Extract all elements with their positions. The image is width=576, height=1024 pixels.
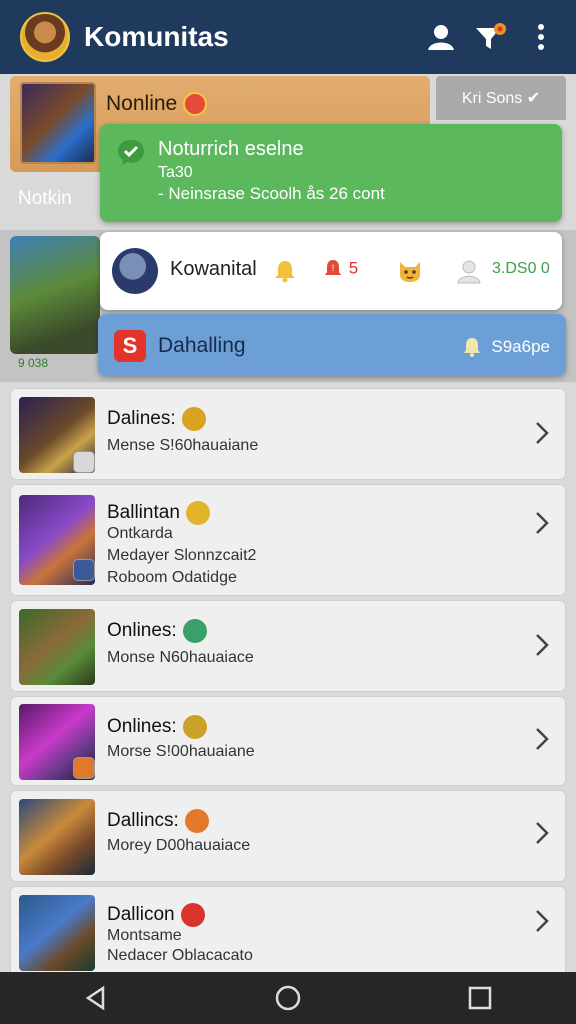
bell-icon	[275, 261, 295, 283]
chevron-right-icon[interactable]	[533, 819, 551, 847]
item-badge-icon	[182, 619, 207, 643]
recents-square-icon	[468, 986, 492, 1010]
item-line: Morse S!00hauaiane	[107, 743, 255, 760]
notification-app-title: Dahalling	[158, 334, 246, 357]
list-item[interactable]: Ballintan Ontkarda Medayer Slonnzcait2 R…	[10, 484, 566, 596]
home-button[interactable]	[258, 976, 318, 1020]
item-badge-icon	[185, 501, 210, 525]
item-mini-icon	[73, 757, 95, 779]
notification-app[interactable]: S Dahalling S9a6pe	[98, 314, 566, 376]
item-line: Morey D00hauaiace	[107, 837, 251, 854]
item-badge-icon	[184, 809, 209, 833]
user-value: 3.DS0 0	[492, 260, 550, 277]
notification-app-value: S9a6pe	[491, 337, 550, 356]
svg-text:!: !	[331, 264, 335, 274]
notification-success[interactable]: Noturrich eselne Ta30 - Neinsrase Scoolh…	[100, 124, 562, 222]
recents-button[interactable]	[450, 976, 510, 1020]
hero-thumbnail	[20, 82, 96, 164]
list-item[interactable]: Onlines: Morse S!00hauaiane	[10, 696, 566, 786]
app-bar: Komunitas	[0, 0, 576, 74]
system-nav-bar	[0, 972, 576, 1024]
list-item[interactable]: Onlines: Monse N60hauaiace	[10, 600, 566, 692]
side-thumbnail[interactable]	[10, 236, 100, 354]
hero-title: Nonline	[106, 92, 208, 117]
list-item[interactable]: Dalines: Mense S!60hauaiane	[10, 388, 566, 480]
item-title: Dalines:	[107, 407, 206, 431]
app-title: Komunitas	[84, 21, 229, 52]
notification-subtitle: Ta30	[158, 164, 193, 181]
side-label: Notkin	[18, 188, 72, 209]
chevron-right-icon[interactable]	[533, 631, 551, 659]
item-thumbnail	[19, 609, 95, 685]
app-logo-icon: S	[114, 330, 146, 362]
profile-icon[interactable]	[420, 16, 462, 58]
item-line: Mense S!60hauaiane	[107, 437, 259, 454]
app-avatar[interactable]	[20, 12, 70, 62]
chevron-right-icon[interactable]	[533, 725, 551, 753]
hero-badge-icon	[183, 92, 208, 117]
item-line: Montsame	[107, 927, 182, 944]
item-mini-icon	[73, 451, 95, 473]
chevron-right-icon[interactable]	[533, 419, 551, 447]
item-thumbnail	[19, 799, 95, 875]
chat-check-icon	[118, 140, 144, 165]
back-button[interactable]	[66, 976, 126, 1020]
user-avatar	[112, 248, 158, 294]
top-right-chip[interactable]: Kri Sons ✔	[436, 76, 566, 120]
item-line: Monse N60hauaiace	[107, 649, 254, 666]
item-thumbnail	[19, 895, 95, 971]
alert-icon: !	[325, 260, 341, 275]
person-icon	[457, 260, 481, 284]
item-line: Nedacer Oblacacato	[107, 947, 253, 964]
bell-icon	[464, 338, 481, 357]
filter-notification-icon[interactable]	[470, 16, 512, 58]
item-title: Dallincs:	[107, 809, 209, 833]
cat-emoji-icon	[400, 262, 420, 282]
notification-line: - Neinsrase Scoolh ås 26 cont	[158, 184, 385, 203]
notification-user[interactable]: Kowanital ! 5 3.DS0 0	[100, 232, 562, 310]
alert-indicator: ! 5	[322, 258, 358, 280]
notification-title: Noturrich eselne	[158, 138, 304, 160]
item-line: Medayer Slonnzcait2	[107, 547, 257, 564]
item-title: Ballintan	[107, 501, 210, 525]
item-badge-icon	[181, 407, 206, 431]
home-circle-icon	[275, 985, 301, 1011]
side-count: 9 038	[18, 356, 49, 370]
item-line: Roboom Odatidge	[107, 569, 237, 586]
item-title: Onlines:	[107, 715, 207, 739]
item-line: Ontkarda	[107, 525, 173, 542]
item-title: Dallicon	[107, 903, 205, 927]
more-options-icon[interactable]	[520, 16, 562, 58]
chevron-right-icon[interactable]	[533, 907, 551, 935]
chevron-right-icon[interactable]	[533, 509, 551, 537]
item-badge-icon	[180, 903, 205, 927]
item-title: Onlines:	[107, 619, 207, 643]
item-mini-icon	[73, 559, 95, 581]
list-item[interactable]: Dallicon Montsame Nedacer Oblacacato	[10, 886, 566, 976]
alert-count: 5	[348, 258, 359, 278]
item-badge-icon	[182, 715, 207, 739]
list-item[interactable]: Dallincs: Morey D00hauaiace	[10, 790, 566, 882]
notification-app-meta: S9a6pe	[461, 336, 550, 358]
back-triangle-icon	[85, 985, 105, 1011]
user-name: Kowanital	[170, 258, 257, 280]
